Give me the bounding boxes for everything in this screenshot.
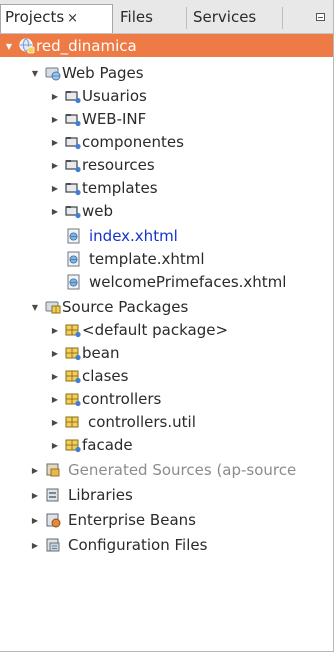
collapsed-arrow-icon[interactable]: ▶ bbox=[30, 490, 40, 500]
expand-arrow-icon[interactable]: ▼ bbox=[30, 68, 40, 78]
tree-row-file[interactable]: welcomePrimefaces.xhtml bbox=[66, 271, 286, 293]
tree-row-file[interactable]: template.xhtml bbox=[66, 248, 205, 270]
tab-bar: Projects × Files Services bbox=[0, 0, 333, 34]
package-label: clases bbox=[82, 367, 129, 385]
tab-divider bbox=[186, 7, 187, 29]
collapsed-arrow-icon[interactable]: ▶ bbox=[30, 540, 40, 550]
tree-row-package[interactable]: ▶ facade bbox=[50, 434, 133, 456]
collapsed-arrow-icon[interactable]: ▶ bbox=[50, 394, 60, 404]
folder-label: resources bbox=[82, 156, 155, 174]
folder-icon bbox=[65, 111, 81, 127]
folder-label: WEB-INF bbox=[82, 110, 147, 128]
xhtml-file-icon bbox=[66, 274, 82, 290]
tree-row-package[interactable]: ▶ <default package> bbox=[50, 319, 228, 341]
tree-row-folder[interactable]: ▶ resources bbox=[50, 154, 155, 176]
package-icon bbox=[65, 414, 81, 430]
folder-label: web bbox=[82, 202, 114, 220]
tab-files-label: Files bbox=[120, 8, 153, 26]
xhtml-file-icon bbox=[66, 251, 82, 267]
folder-icon bbox=[65, 203, 81, 219]
expand-arrow-icon[interactable]: ▼ bbox=[30, 302, 40, 312]
tab-services-label: Services bbox=[193, 8, 257, 26]
tab-files[interactable]: Files bbox=[116, 5, 184, 32]
package-label: bean bbox=[82, 344, 120, 362]
web-pages-label: Web Pages bbox=[62, 64, 144, 82]
collapsed-arrow-icon[interactable]: ▶ bbox=[50, 348, 60, 358]
folder-label: Usuarios bbox=[82, 87, 147, 105]
web-project-icon bbox=[19, 38, 35, 54]
folder-icon bbox=[65, 88, 81, 104]
tree-row-generated-sources[interactable]: ▶ Generated Sources (ap-source bbox=[30, 459, 296, 481]
project-name: red_dinamica bbox=[36, 37, 137, 55]
projects-panel: Projects × Files Services ▼ red_dinamica … bbox=[0, 0, 334, 652]
tree-row-folder[interactable]: ▶ templates bbox=[50, 177, 158, 199]
file-label-index: index.xhtml bbox=[89, 227, 178, 245]
folder-label: templates bbox=[82, 179, 158, 197]
expand-arrow-icon[interactable]: ▼ bbox=[4, 41, 14, 51]
configuration-files-icon bbox=[45, 537, 61, 553]
web-pages-icon bbox=[45, 65, 61, 81]
configuration-files-label: Configuration Files bbox=[68, 536, 208, 554]
package-label: controllers.util bbox=[88, 413, 196, 431]
tree-row-source-packages[interactable]: ▼ Source Packages bbox=[30, 296, 188, 318]
collapsed-arrow-icon[interactable]: ▶ bbox=[50, 371, 60, 381]
tree-row-package[interactable]: ▶ controllers bbox=[50, 388, 161, 410]
folder-icon bbox=[65, 134, 81, 150]
package-icon bbox=[65, 322, 81, 338]
xhtml-file-icon bbox=[66, 228, 82, 244]
tree-row-folder[interactable]: ▶ web bbox=[50, 200, 113, 222]
libraries-label: Libraries bbox=[68, 486, 133, 504]
tab-services[interactable]: Services bbox=[189, 5, 279, 32]
tab-projects-label: Projects bbox=[5, 8, 65, 26]
generated-sources-icon bbox=[45, 462, 61, 478]
tab-projects[interactable]: Projects × bbox=[0, 4, 113, 33]
collapsed-arrow-icon[interactable]: ▶ bbox=[30, 515, 40, 525]
collapsed-arrow-icon[interactable]: ▶ bbox=[50, 206, 60, 216]
tree-row-enterprise-beans[interactable]: ▶ Enterprise Beans bbox=[30, 509, 196, 531]
folder-icon bbox=[65, 180, 81, 196]
package-label: <default package> bbox=[82, 321, 229, 339]
package-icon bbox=[65, 437, 81, 453]
minimize-window-icon[interactable] bbox=[316, 13, 325, 21]
file-label: template.xhtml bbox=[89, 250, 205, 268]
tree-row-file[interactable]: index.xhtml bbox=[66, 225, 178, 247]
source-packages-icon bbox=[45, 299, 61, 315]
tab-divider bbox=[282, 7, 283, 29]
tree-row-folder[interactable]: ▶ componentes bbox=[50, 131, 184, 153]
tree-row-folder[interactable]: ▶ Usuarios bbox=[50, 85, 147, 107]
collapsed-arrow-icon[interactable]: ▶ bbox=[50, 325, 60, 335]
folder-label: componentes bbox=[82, 133, 184, 151]
tree-row-web-pages[interactable]: ▼ Web Pages bbox=[30, 62, 144, 84]
collapsed-arrow-icon[interactable]: ▶ bbox=[50, 160, 60, 170]
folder-icon bbox=[65, 157, 81, 173]
package-label: facade bbox=[82, 436, 133, 454]
collapsed-arrow-icon[interactable]: ▶ bbox=[50, 114, 60, 124]
close-icon[interactable]: × bbox=[67, 11, 78, 26]
tree-row-configuration-files[interactable]: ▶ Configuration Files bbox=[30, 534, 208, 556]
package-icon bbox=[65, 391, 81, 407]
file-label: welcomePrimefaces.xhtml bbox=[89, 273, 287, 291]
enterprise-beans-label: Enterprise Beans bbox=[68, 511, 196, 529]
collapsed-arrow-icon[interactable]: ▶ bbox=[50, 417, 60, 427]
collapsed-arrow-icon[interactable]: ▶ bbox=[50, 440, 60, 450]
package-label: controllers bbox=[82, 390, 162, 408]
package-icon bbox=[65, 368, 81, 384]
package-icon bbox=[65, 345, 81, 361]
enterprise-beans-icon bbox=[45, 512, 61, 528]
tree-row-package[interactable]: ▶ controllers.util bbox=[50, 411, 196, 433]
collapsed-arrow-icon[interactable]: ▶ bbox=[50, 91, 60, 101]
libraries-icon bbox=[45, 487, 61, 503]
collapsed-arrow-icon[interactable]: ▶ bbox=[30, 465, 40, 475]
tree-row-folder[interactable]: ▶ WEB-INF bbox=[50, 108, 146, 130]
source-packages-label: Source Packages bbox=[62, 298, 189, 316]
collapsed-arrow-icon[interactable]: ▶ bbox=[50, 137, 60, 147]
tree-row-package[interactable]: ▶ clases bbox=[50, 365, 129, 387]
tree-row-package[interactable]: ▶ bean bbox=[50, 342, 120, 364]
tree-row-libraries[interactable]: ▶ Libraries bbox=[30, 484, 133, 506]
tree-row-red-dinamica[interactable]: ▼ red_dinamica bbox=[4, 35, 137, 57]
generated-sources-label: Generated Sources (ap-source bbox=[68, 461, 297, 479]
collapsed-arrow-icon[interactable]: ▶ bbox=[50, 183, 60, 193]
